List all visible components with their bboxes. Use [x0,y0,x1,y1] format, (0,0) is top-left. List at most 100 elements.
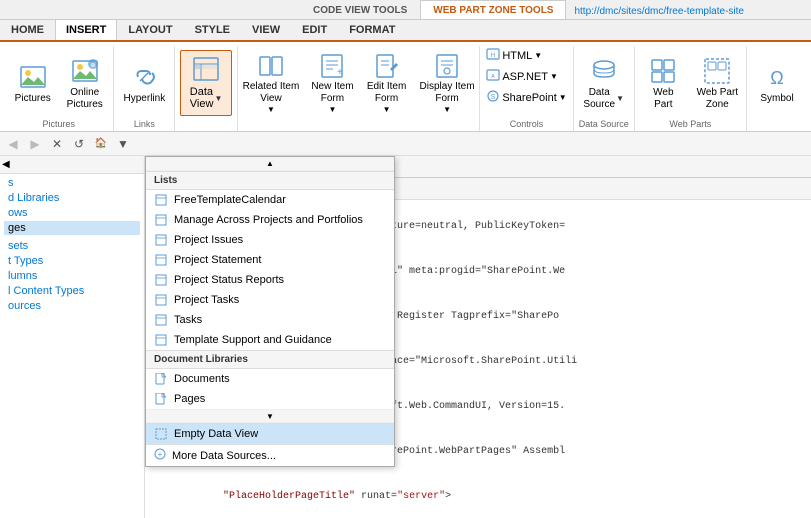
dropdown-item-label: Template Support and Guidance [174,334,332,346]
ribbon-group-data-source: DataSource ▼ Data Source [574,46,635,131]
display-item-form-label: Display ItemForm [420,81,475,105]
sidebar-item-pages[interactable]: ges [4,221,140,235]
data-source-label: DataSource [583,87,615,111]
data-view-button[interactable]: DataView ▼ [180,50,232,116]
related-item-view-button[interactable]: Related ItemView ▼ [239,50,304,116]
symbol-button[interactable]: Ω Symbol [752,50,802,116]
code-text: "PlaceHolderPageTitle" runat="server"> [151,474,805,518]
dropdown-item-tasks[interactable]: Tasks [146,310,394,330]
sidebar-item-ows[interactable]: ows [4,206,140,220]
pictures-button[interactable]: Pictures [8,50,58,116]
sidebar-item-1[interactable]: s [4,176,140,190]
scroll-up-icon: ▲ [266,159,274,168]
new-item-form-button[interactable]: + New ItemForm ▼ [307,50,357,116]
ribbon-group-links: Hyperlink Links [114,46,175,131]
list-icon-5 [154,273,168,287]
web-part-zone-tools-tab[interactable]: WEB PART ZONE TOOLS [420,0,566,19]
dropdown-item-free-template-calendar[interactable]: FreeTemplateCalendar [146,190,394,210]
related-item-view-arrow: ▼ [267,105,275,114]
refresh-button[interactable]: ↺ [70,135,88,153]
edit-item-form-label: Edit ItemForm [367,81,406,105]
hyperlink-label: Hyperlink [124,93,166,105]
ribbon-group-forms: Related ItemView ▼ + New ItemForm ▼ [238,46,480,131]
doc-icon-2 [154,392,168,406]
nav-dropdown-button[interactable]: ▼ [114,135,132,153]
ribbon-group-controls: H HTML ▼ A ASP.NET ▼ S SharePoint ▼ Cont… [480,46,574,131]
sidebar-item-sources[interactable]: ources [4,299,140,313]
sidebar-item-columns[interactable]: lumns [4,269,140,283]
sharepoint-label: SharePoint [502,92,556,104]
online-pictures-icon: ⊕ [69,55,101,87]
dropdown-item-project-statement[interactable]: Project Statement [146,250,394,270]
scroll-up-button[interactable]: ▲ [146,157,394,171]
tab-insert[interactable]: INSERT [55,19,117,40]
tab-style[interactable]: STYLE [184,19,241,40]
tab-edit[interactable]: EDIT [291,19,338,40]
dropdown-item-project-issues[interactable]: Project Issues [146,230,394,250]
controls-group-label: Controls [510,119,544,131]
nav-bar: ◀ ▶ ✕ ↺ 🏠 ▼ [0,132,811,156]
aspnet-icon: A [486,68,500,85]
sidebar-item-content-types[interactable]: l Content Types [4,284,140,298]
sidebar-item-empty [4,236,140,238]
back-button[interactable]: ◀ [4,135,22,153]
symbol-icon: Ω [761,61,793,93]
sidebar-item-libraries[interactable]: d Libraries [4,191,140,205]
tab-view[interactable]: VIEW [241,19,291,40]
aspnet-button[interactable]: A ASP.NET ▼ [484,67,560,86]
stop-button[interactable]: ✕ [48,135,66,153]
dropdown-item-label: Project Issues [174,234,243,246]
ribbon-group-data-view: DataView ▼ x [175,46,238,131]
svg-text:S: S [491,94,496,101]
html-button[interactable]: H HTML ▼ [484,46,544,65]
code-view-tools-tab[interactable]: CODE VIEW TOOLS [300,0,420,19]
dropdown-item-empty-data-view[interactable]: Empty Data View [146,423,394,444]
dropdown-item-project-tasks[interactable]: Project Tasks [146,290,394,310]
scroll-down-button[interactable]: ▼ [146,409,394,423]
data-source-arrow[interactable]: ▼ [616,94,624,103]
display-item-form-button[interactable]: Display ItemForm ▼ [416,50,479,116]
sharepoint-icon: S [486,89,500,106]
new-item-form-arrow: ▼ [328,105,336,114]
svg-text:A: A [492,74,496,80]
data-view-dropdown-arrow[interactable]: ▼ [214,94,222,103]
online-pictures-button[interactable]: ⊕ OnlinePictures [60,50,110,116]
list-icon-6 [154,293,168,307]
dropdown-item-label: Pages [174,393,205,405]
dropdown-item-manage-across[interactable]: Manage Across Projects and Portfolios [146,210,394,230]
code-line: "PlaceHolderPageTitle" runat="server"> [151,474,805,518]
sidebar-collapse-button[interactable]: ◀ [2,159,10,170]
sidebar-item-sets[interactable]: sets [4,239,140,253]
forward-button[interactable]: ▶ [26,135,44,153]
tab-home[interactable]: HOME [0,19,55,40]
dropdown-item-project-status[interactable]: Project Status Reports [146,270,394,290]
list-icon-1 [154,193,168,207]
dropdown-item-template-support[interactable]: Template Support and Guidance [146,330,394,350]
empty-data-view-icon [154,427,168,441]
symbol-label: Symbol [760,93,793,105]
more-data-sources-button[interactable]: + More Data Sources... [146,444,394,466]
tab-format[interactable]: FORMAT [338,19,406,40]
edit-item-form-arrow: ▼ [383,105,391,114]
hyperlink-button[interactable]: Hyperlink [119,50,169,116]
new-item-form-icon: + [316,52,348,81]
html-label: HTML [502,50,532,62]
dropdown-item-documents[interactable]: Documents [146,369,394,389]
pictures-icon [17,61,49,93]
lists-header: Lists [146,171,394,190]
ribbon-group-web-parts: WebPart Web PartZone Web Parts [635,46,747,131]
edit-item-form-button[interactable]: Edit ItemForm ▼ [362,50,412,116]
web-part-button[interactable]: WebPart [638,50,688,116]
list-icon-2 [154,213,168,227]
tab-layout[interactable]: LAYOUT [117,19,183,40]
web-part-zone-button[interactable]: Web PartZone [692,50,742,116]
hyperlink-icon [128,61,160,93]
list-icon-7 [154,313,168,327]
dropdown-item-pages[interactable]: Pages [146,389,394,409]
data-view-label: DataView [190,86,214,110]
dropdown-item-label: Tasks [174,314,202,326]
data-source-button[interactable]: DataSource ▼ [579,50,629,116]
home-button[interactable]: 🏠 [92,135,110,153]
sharepoint-button[interactable]: S SharePoint ▼ [484,88,568,107]
sidebar-item-ttypes[interactable]: t Types [4,254,140,268]
